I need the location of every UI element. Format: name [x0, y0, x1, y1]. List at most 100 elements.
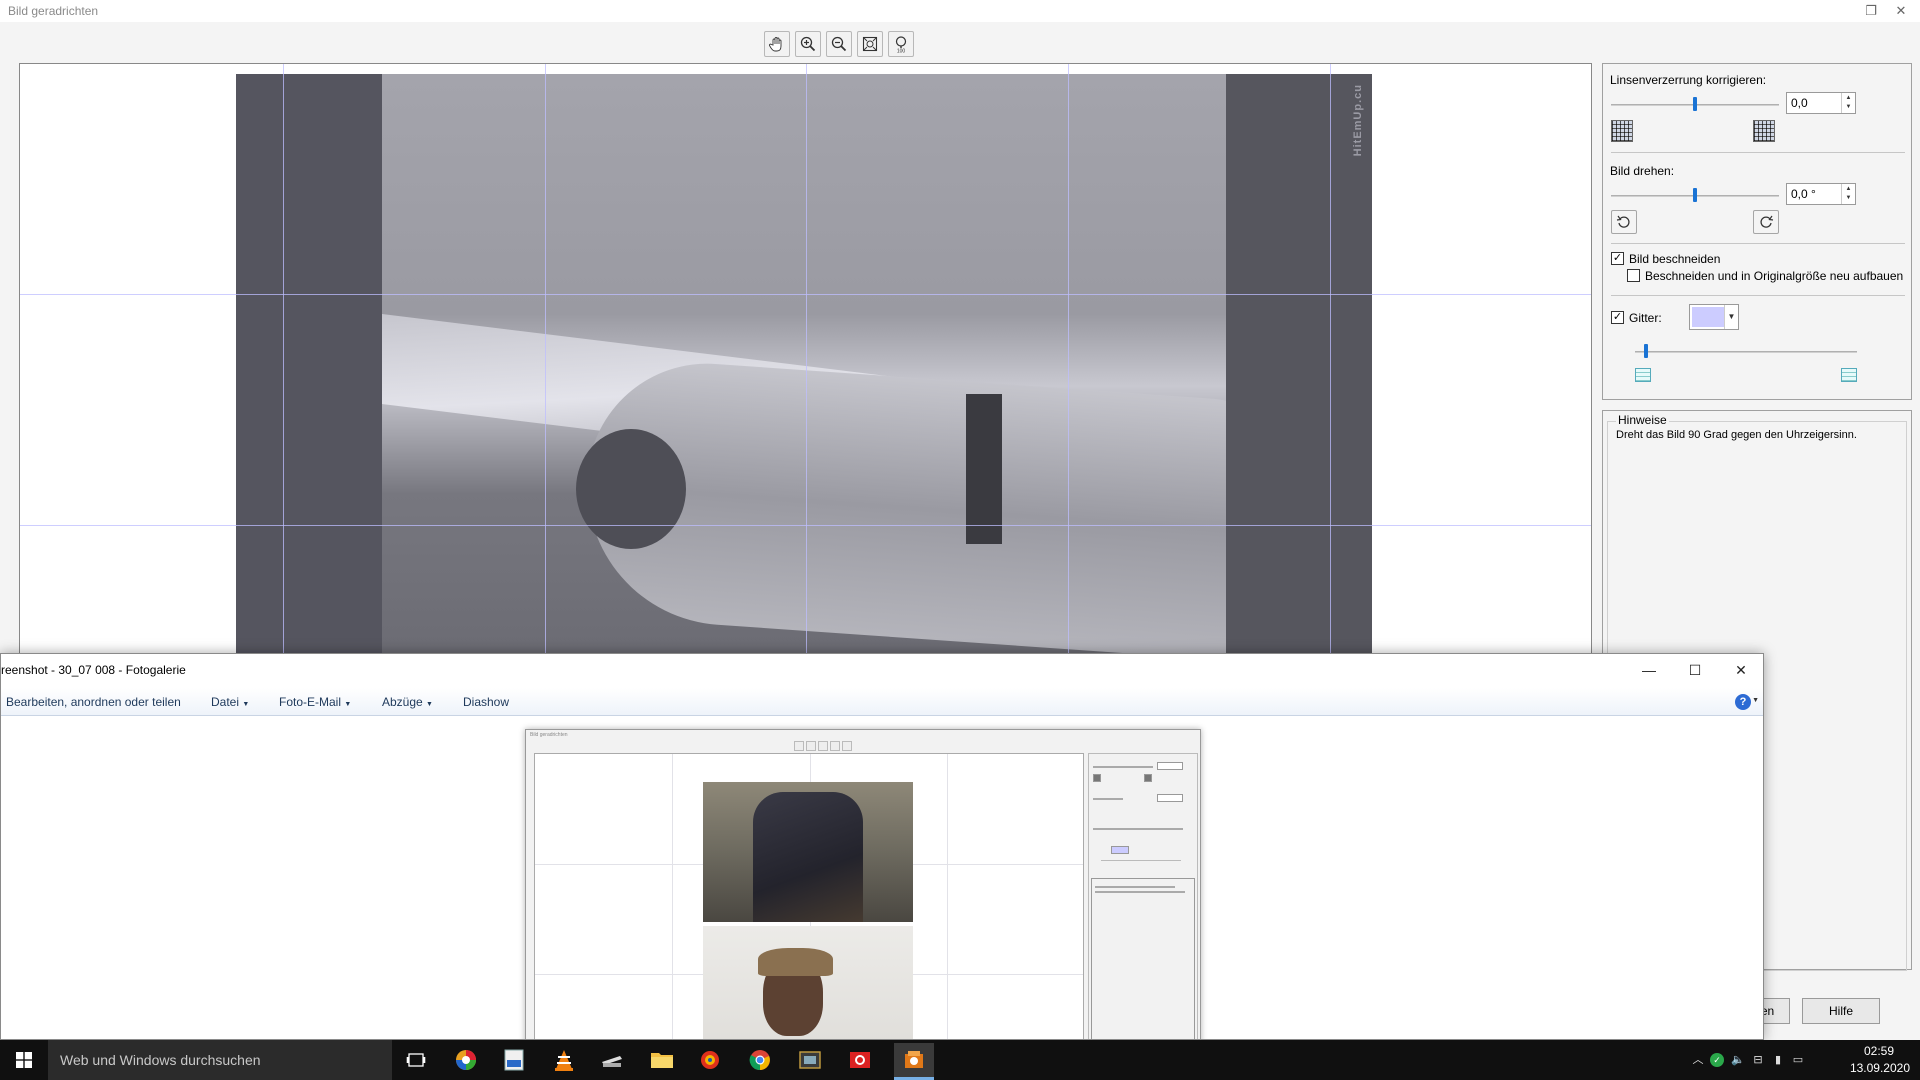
menu-slideshow[interactable]: Diashow	[463, 695, 509, 709]
lens-slider-thumb[interactable]	[1693, 97, 1697, 111]
pan-tool-button[interactable]	[764, 31, 790, 57]
menu-edit-arrange-share[interactable]: Bearbeiten, anordnen oder teilen	[6, 695, 181, 709]
grid-color-picker[interactable]: ▼	[1689, 304, 1739, 330]
grid-line	[806, 64, 807, 662]
fit-to-window-button[interactable]	[857, 31, 883, 57]
grid-line	[20, 294, 1591, 295]
menu-file[interactable]: Datei ▼	[211, 695, 249, 709]
system-tray: ︿ ✓ 🔈 ⊟ ▮ ▭ 02:59 13.09.2020	[1690, 1040, 1920, 1080]
hints-text: Dreht das Bild 90 Grad gegen den Uhrzeig…	[1616, 429, 1857, 441]
rotate-slider-thumb[interactable]	[1693, 188, 1697, 202]
spin-down-icon[interactable]: ▼	[1846, 194, 1852, 203]
photo-portrait-bandana	[758, 948, 833, 976]
divider	[1611, 295, 1905, 296]
security-check-icon[interactable]: ✓	[1710, 1053, 1724, 1067]
straighten-photo[interactable]: HitEmUp.cu	[236, 74, 1372, 662]
spin-up-icon[interactable]: ▲	[1846, 94, 1852, 103]
close-icon[interactable]: ✕	[1892, 2, 1910, 20]
notification-icon[interactable]: ▭	[1790, 1052, 1806, 1068]
mini-hints-frame	[1091, 878, 1195, 1039]
help-button[interactable]: Hilfe	[1802, 998, 1880, 1024]
rotate-value-input[interactable]: 0,0 ° ▲ ▼	[1786, 183, 1856, 205]
gallery-menubar: Bearbeiten, anordnen oder teilen Datei ▼…	[1, 688, 1763, 716]
battery-icon[interactable]: ▮	[1770, 1052, 1786, 1068]
clock-date[interactable]: 13.09.2020	[1850, 1061, 1910, 1075]
chrome-icon[interactable]	[746, 1046, 774, 1074]
crop-mask-right	[1226, 74, 1372, 662]
menu-prints-label: Abzüge	[382, 695, 423, 709]
crop-rebuild-checkbox[interactable]	[1627, 269, 1640, 282]
chevron-up-icon[interactable]: ︿	[1690, 1052, 1706, 1068]
rotate-left-icon	[1616, 215, 1630, 228]
rotate-left-button[interactable]	[1611, 210, 1637, 234]
taskbar-search-box[interactable]: Web und Windows durchsuchen	[48, 1040, 392, 1080]
minimize-icon[interactable]: —	[1637, 658, 1661, 682]
mini-grid-icon	[1144, 774, 1152, 782]
zoom-out-button[interactable]	[826, 31, 852, 57]
scanner-icon[interactable]	[598, 1046, 626, 1074]
mini-tool-button[interactable]	[818, 741, 828, 751]
mini-tool-button[interactable]	[842, 741, 852, 751]
rotate-right-button[interactable]	[1753, 210, 1779, 234]
lens-value-input[interactable]: 0,0 ▲ ▼	[1786, 92, 1856, 114]
rotate-label: Bild drehen:	[1610, 164, 1675, 178]
straighten-titlebar: Bild geradrichten ❐ ✕	[0, 0, 1920, 22]
crop-label: Bild beschneiden	[1629, 252, 1721, 266]
maximize-icon[interactable]: ☐	[1683, 658, 1707, 682]
lens-correction-label: Linsenverzerrung korrigieren:	[1610, 73, 1767, 87]
restore-icon[interactable]: ❐	[1862, 2, 1880, 20]
zoom-out-icon	[831, 36, 847, 52]
mini-input	[1157, 762, 1183, 770]
zoom-in-icon	[800, 36, 816, 52]
volume-icon[interactable]: 🔈	[1730, 1052, 1746, 1068]
spin-up-icon[interactable]: ▲	[1846, 185, 1852, 194]
pdf-editor-icon[interactable]	[500, 1046, 528, 1074]
photo-viewer-icon[interactable]	[796, 1046, 824, 1074]
grid-density-slider[interactable]	[1635, 351, 1857, 353]
software-icon[interactable]	[696, 1046, 724, 1074]
grid-density-slider-thumb[interactable]	[1644, 344, 1649, 358]
clock-time[interactable]: 02:59	[1864, 1044, 1894, 1058]
close-icon[interactable]: ✕	[1729, 658, 1753, 682]
mini-tool-button[interactable]	[830, 741, 840, 751]
chevron-down-icon: ▼	[426, 701, 433, 708]
picasa-icon[interactable]	[452, 1046, 480, 1074]
spin-down-icon[interactable]: ▼	[1846, 103, 1852, 112]
menu-photo-email[interactable]: Foto-E-Mail ▼	[279, 695, 351, 709]
zoom-in-button[interactable]	[795, 31, 821, 57]
actual-size-button[interactable]: 100	[888, 31, 914, 57]
menu-prints[interactable]: Abzüge ▼	[382, 695, 433, 709]
grid-checkbox[interactable]: ✓	[1611, 311, 1624, 324]
photo-gallery-taskbar-icon[interactable]	[894, 1043, 934, 1077]
mini-settings-panel	[1088, 753, 1198, 1039]
file-explorer-icon[interactable]	[648, 1046, 676, 1074]
spinner-arrows[interactable]: ▲ ▼	[1841, 184, 1855, 204]
crop-checkbox[interactable]: ✓	[1611, 252, 1624, 265]
vlc-icon[interactable]	[550, 1046, 578, 1074]
spinner-arrows[interactable]: ▲ ▼	[1841, 93, 1855, 113]
mini-label-line	[1093, 798, 1123, 800]
mini-dialog-title: Bild geradrichten	[530, 732, 568, 738]
photo-head	[576, 429, 686, 549]
chevron-down-icon: ▼	[242, 701, 250, 708]
lens-value: 0,0	[1791, 96, 1808, 110]
task-view-icon[interactable]	[402, 1046, 430, 1074]
rotate-value: 0,0 °	[1791, 187, 1816, 201]
photo-gallery-window: reenshot - 30_07 008 - Fotogalerie — ☐ ✕…	[0, 653, 1764, 1040]
help-icon[interactable]: ?	[1735, 694, 1751, 710]
actual-size-icon: 100	[895, 36, 907, 53]
mini-tool-button[interactable]	[806, 741, 816, 751]
mini-tool-button[interactable]	[794, 741, 804, 751]
camera-app-icon[interactable]	[846, 1046, 874, 1074]
preview-pane[interactable]: HitEmUp.cu	[19, 63, 1592, 663]
hints-title: Hinweise	[1616, 413, 1669, 427]
barrel-distortion-icon[interactable]	[1611, 120, 1633, 142]
pincushion-distortion-icon[interactable]	[1753, 120, 1775, 142]
chevron-down-icon[interactable]: ▼	[1724, 305, 1738, 329]
network-icon[interactable]: ⊟	[1750, 1052, 1766, 1068]
preview-toolbar: 100	[764, 31, 914, 57]
photo-jacket-figure	[753, 792, 863, 922]
start-button[interactable]	[0, 1040, 48, 1080]
fit-icon	[862, 36, 878, 52]
chevron-down-icon[interactable]: ▼	[1752, 697, 1759, 704]
